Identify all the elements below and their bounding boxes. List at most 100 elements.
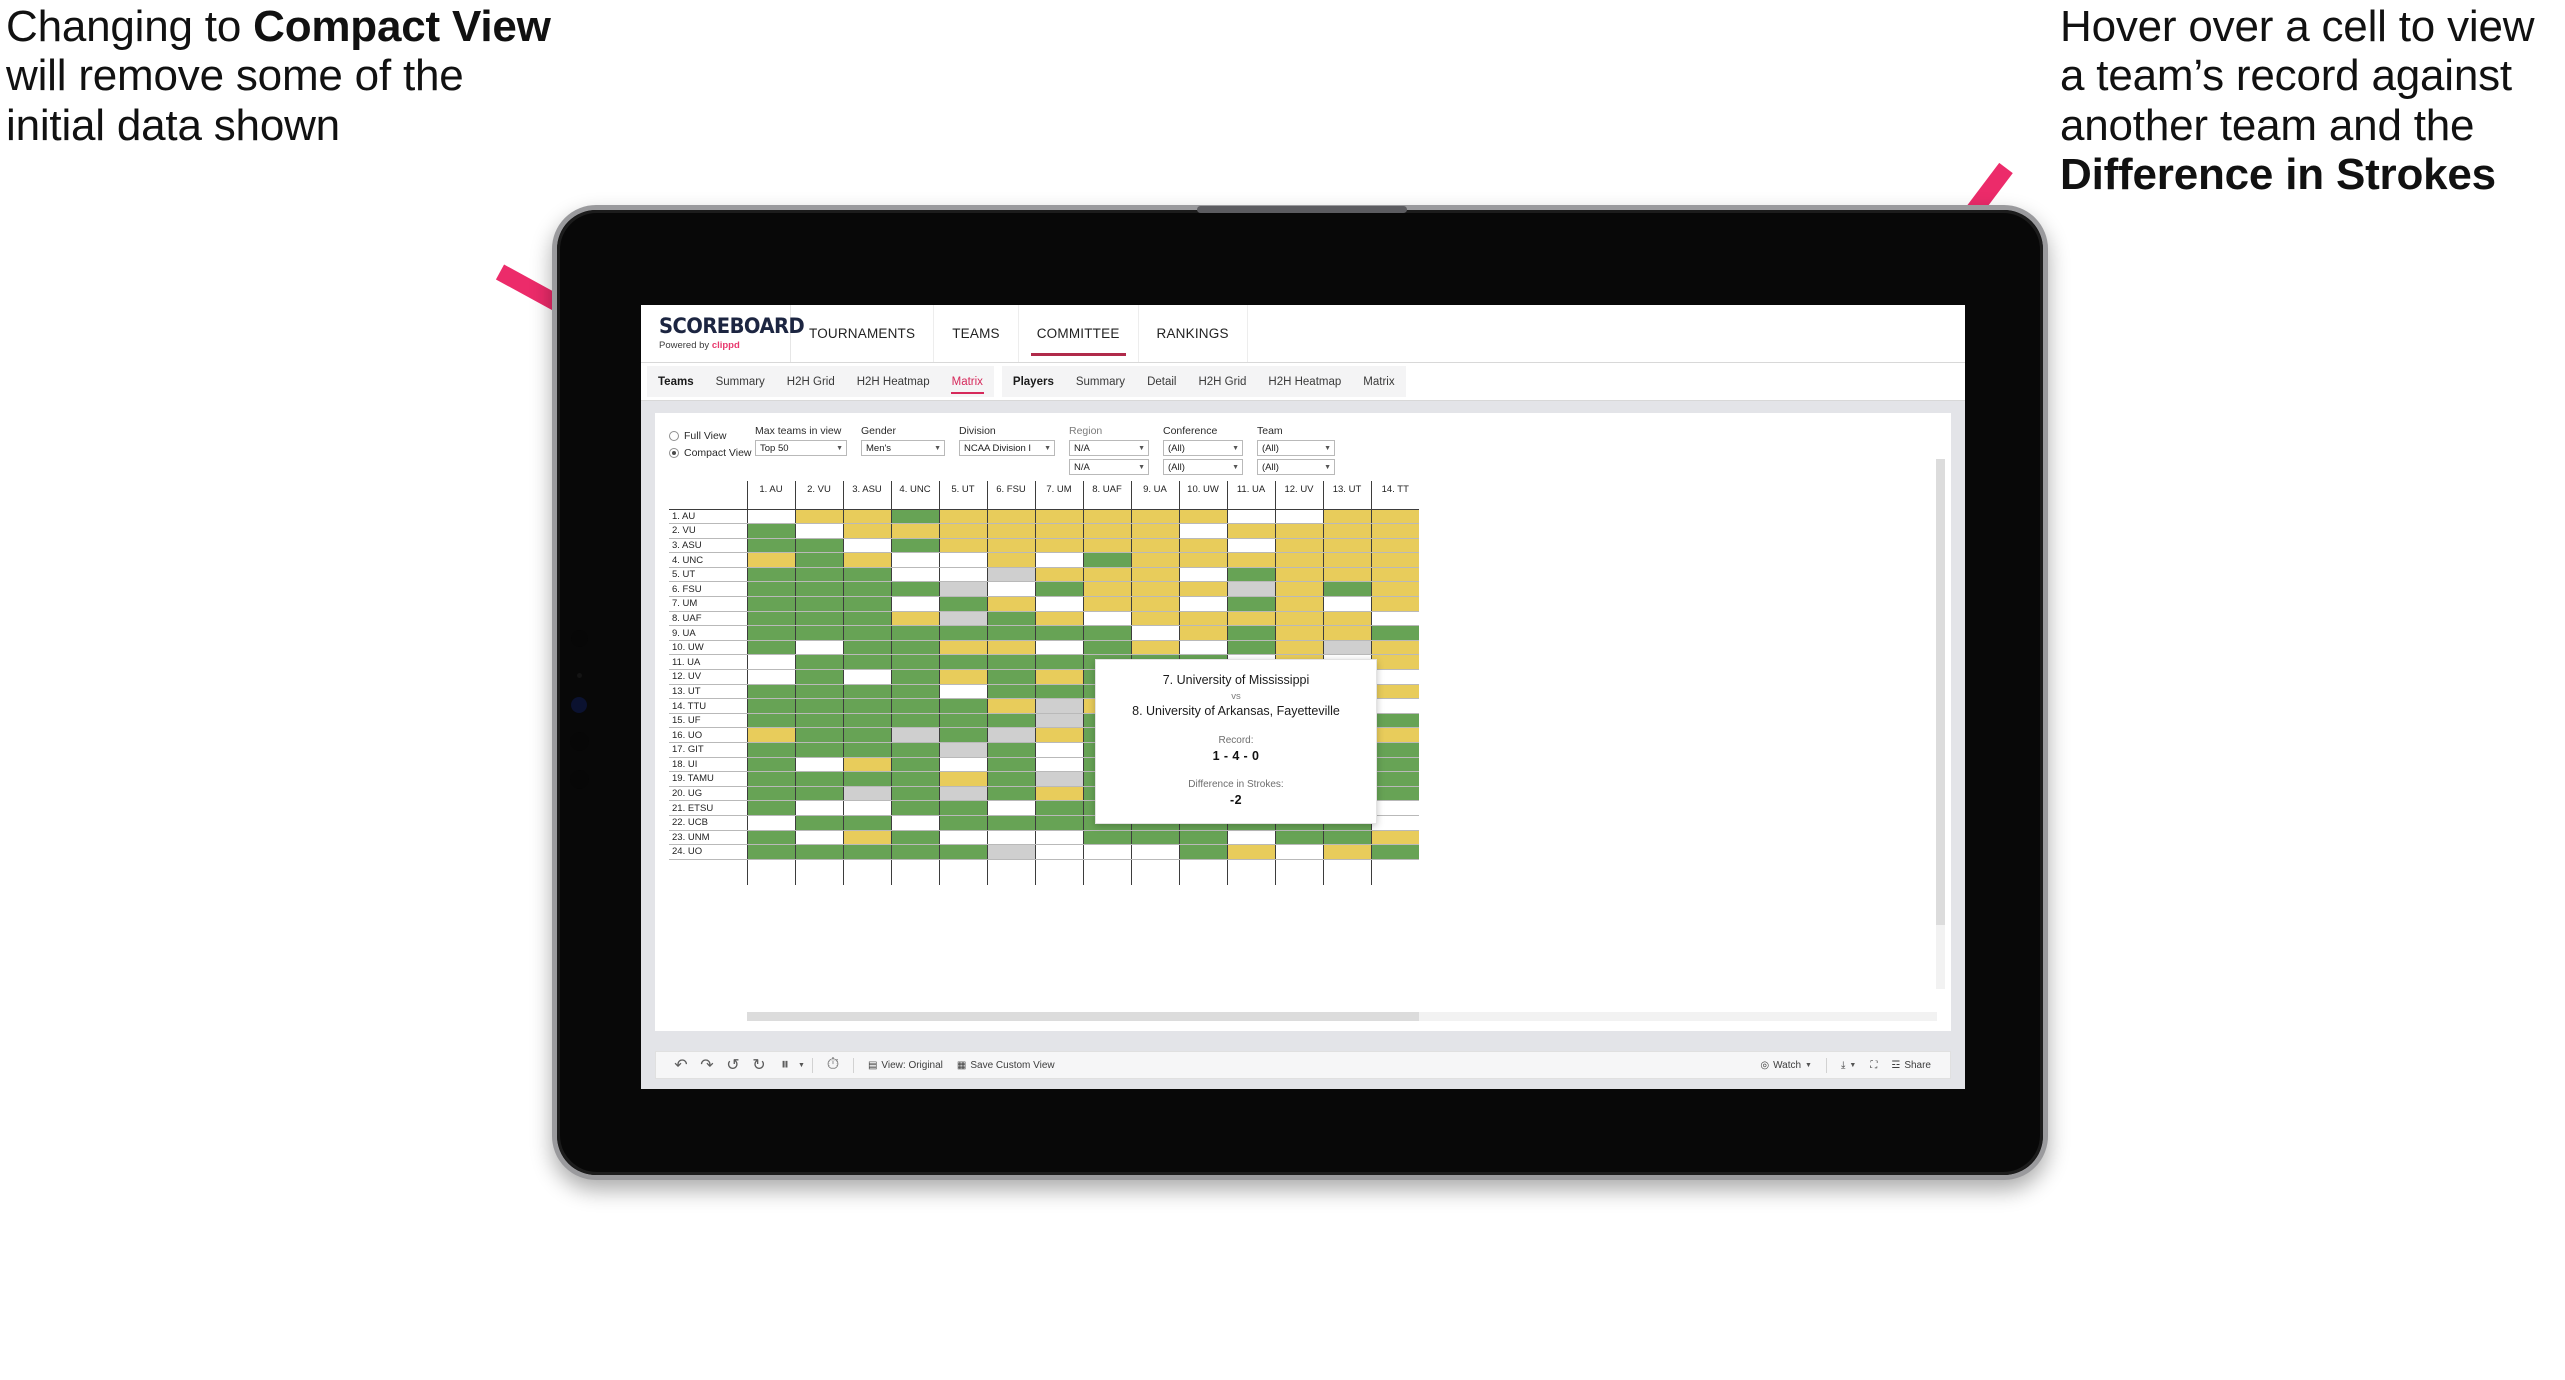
matrix-cell-r14-c4[interactable] — [890, 698, 939, 714]
matrix-row-header-15[interactable]: 15. UF — [669, 713, 747, 729]
matrix-cell-r8-c7[interactable] — [1034, 611, 1083, 627]
matrix-row-header-22[interactable]: 22. UCB — [669, 815, 747, 831]
matrix-cell-r9-c5[interactable] — [938, 625, 987, 641]
matrix-cell-r16-c14[interactable] — [1370, 727, 1419, 743]
matrix-row-header-8[interactable]: 8. UAF — [669, 611, 747, 627]
matrix-cell-r24-c3[interactable] — [842, 844, 891, 860]
matrix-cell-r5-c8[interactable] — [1082, 567, 1131, 583]
matrix-cell-r4-c11[interactable] — [1226, 552, 1275, 568]
radio-full-view[interactable]: Full View — [669, 427, 755, 444]
matrix-cell-r3-c12[interactable] — [1274, 538, 1323, 554]
matrix-cell-r2-c13[interactable] — [1322, 523, 1371, 539]
dropdown-conference-2[interactable]: (All) ▼ — [1163, 459, 1243, 475]
matrix-cell-r8-c10[interactable] — [1178, 611, 1227, 627]
matrix-cell-r10-c9[interactable] — [1130, 640, 1179, 656]
matrix-cell-r9-c4[interactable] — [890, 625, 939, 641]
matrix-cell-r16-c1[interactable] — [746, 727, 795, 743]
matrix-col-header-7[interactable]: 7. UM — [1034, 481, 1083, 510]
matrix-cell-r15-c1[interactable] — [746, 713, 795, 729]
matrix-cell-r21-c2[interactable] — [794, 800, 843, 816]
matrix-cell-r16-c5[interactable] — [938, 727, 987, 743]
matrix-cell-r12-c14[interactable] — [1370, 669, 1419, 685]
tab-h2h-grid[interactable]: H2H Grid — [776, 366, 846, 397]
matrix-row-header-23[interactable]: 23. UNM — [669, 830, 747, 846]
view-mode-radio-group[interactable]: Full View Compact View — [669, 425, 755, 461]
revert-icon[interactable]: ↺ — [720, 1052, 746, 1078]
matrix-cell-r12-c4[interactable] — [890, 669, 939, 685]
tab-summary[interactable]: Summary — [705, 366, 776, 397]
matrix-cell-r2-c14[interactable] — [1370, 523, 1419, 539]
undo-icon[interactable]: ↶ — [668, 1052, 694, 1078]
matrix-cell-r15-c14[interactable] — [1370, 713, 1419, 729]
matrix-cell-r13-c1[interactable] — [746, 684, 795, 700]
matrix-cell-r1-c3[interactable] — [842, 509, 891, 525]
matrix-cell-r24-c12[interactable] — [1274, 844, 1323, 860]
matrix-col-header-8[interactable]: 8. UAF — [1082, 481, 1131, 510]
matrix-cell-r1-c10[interactable] — [1178, 509, 1227, 525]
matrix-cell-r2-c2[interactable] — [794, 523, 843, 539]
matrix-cell-r1-c5[interactable] — [938, 509, 987, 525]
dropdown-team-2[interactable]: (All) ▼ — [1257, 459, 1335, 475]
matrix-cell-r1-c6[interactable] — [986, 509, 1035, 525]
chevron-down-icon[interactable]: ▼ — [1324, 464, 1331, 471]
matrix-row-header-6[interactable]: 6. FSU — [669, 581, 747, 598]
matrix-cell-r8-c1[interactable] — [746, 611, 795, 627]
matrix-cell-r22-c2[interactable] — [794, 815, 843, 831]
matrix-cell-r6-c12[interactable] — [1274, 581, 1323, 598]
matrix-cell-r14-c14[interactable] — [1370, 698, 1419, 714]
matrix-col-header-11[interactable]: 11. UA — [1226, 481, 1275, 510]
matrix-row-header-13[interactable]: 13. UT — [669, 684, 747, 700]
matrix-cell-r2-c11[interactable] — [1226, 523, 1275, 539]
matrix-row-header-16[interactable]: 16. UO — [669, 727, 747, 743]
matrix-cell-r3-c1[interactable] — [746, 538, 795, 554]
brand-logo[interactable]: SCOREBOARD Powered by clippd — [641, 305, 805, 362]
matrix-cell-r17-c6[interactable] — [986, 742, 1035, 758]
matrix-row-header-5[interactable]: 5. UT — [669, 567, 747, 583]
matrix-cell-r8-c13[interactable] — [1322, 611, 1371, 627]
matrix-cell-r6-c1[interactable] — [746, 581, 795, 598]
nav-item-committee[interactable]: COMMITTEE — [1019, 305, 1139, 362]
nav-item-rankings[interactable]: RANKINGS — [1139, 305, 1248, 362]
matrix-col-header-2[interactable]: 2. VU — [794, 481, 843, 510]
matrix-cell-r23-c13[interactable] — [1322, 830, 1371, 846]
dropdown-conference-1[interactable]: (All) ▼ — [1163, 440, 1243, 456]
matrix-cell-r17-c5[interactable] — [938, 742, 987, 758]
dropdown-region-1[interactable]: N/A ▼ — [1069, 440, 1149, 456]
matrix-cell-r22-c3[interactable] — [842, 815, 891, 831]
matrix-cell-r7-c4[interactable] — [890, 596, 939, 612]
matrix-cell-r24-c13[interactable] — [1322, 844, 1371, 860]
matrix-cell-r4-c14[interactable] — [1370, 552, 1419, 568]
matrix-cell-r7-c9[interactable] — [1130, 596, 1179, 612]
matrix-row-header-1[interactable]: 1. AU — [669, 509, 747, 525]
matrix-cell-r5-c9[interactable] — [1130, 567, 1179, 583]
matrix-cell-r3-c3[interactable] — [842, 538, 891, 554]
matrix-cell-r13-c5[interactable] — [938, 684, 987, 700]
matrix-cell-r17-c4[interactable] — [890, 742, 939, 758]
matrix-cell-r5-c7[interactable] — [1034, 567, 1083, 583]
matrix-row-header-17[interactable]: 17. GIT — [669, 742, 747, 758]
matrix-cell-r4-c4[interactable] — [890, 552, 939, 568]
matrix-cell-r1-c12[interactable] — [1274, 509, 1323, 525]
matrix-cell-r10-c5[interactable] — [938, 640, 987, 656]
matrix-cell-r22-c5[interactable] — [938, 815, 987, 831]
matrix-cell-r16-c2[interactable] — [794, 727, 843, 743]
chevron-down-icon[interactable]: ▼ — [836, 445, 843, 452]
matrix-cell-r14-c7[interactable] — [1034, 698, 1083, 714]
matrix-cell-r15-c4[interactable] — [890, 713, 939, 729]
matrix-row-header-9[interactable]: 9. UA — [669, 625, 747, 641]
matrix-cell-r2-c1[interactable] — [746, 523, 795, 539]
matrix-cell-r14-c3[interactable] — [842, 698, 891, 714]
matrix-col-header-14[interactable]: 14. TT — [1370, 481, 1419, 510]
matrix-row-header-2[interactable]: 2. VU — [669, 523, 747, 539]
matrix-cell-r20-c4[interactable] — [890, 786, 939, 802]
matrix-cell-r23-c7[interactable] — [1034, 830, 1083, 846]
matrix-cell-r9-c9[interactable] — [1130, 625, 1179, 641]
matrix-cell-r6-c9[interactable] — [1130, 581, 1179, 598]
chevron-down-icon[interactable]: ▼ — [1805, 1062, 1812, 1069]
matrix-cell-r17-c1[interactable] — [746, 742, 795, 758]
matrix-cell-r11-c2[interactable] — [794, 654, 843, 671]
matrix-row-header-24[interactable]: 24. UO — [669, 844, 747, 860]
matrix-cell-r8-c2[interactable] — [794, 611, 843, 627]
matrix-cell-r24-c10[interactable] — [1178, 844, 1227, 860]
matrix-cell-r7-c3[interactable] — [842, 596, 891, 612]
